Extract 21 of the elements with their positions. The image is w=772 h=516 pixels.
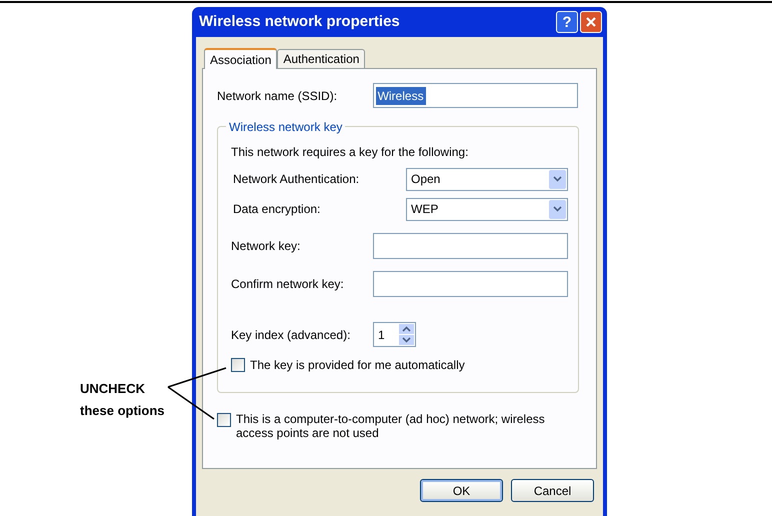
text-field[interactable]: Wireless (372, 83, 578, 108)
number-spinner[interactable]: 1 (373, 322, 416, 347)
dropdown[interactable]: WEP (406, 198, 568, 220)
checkbox-label: The key is provided for me automatically (250, 357, 465, 374)
tab[interactable]: Authentication (277, 49, 366, 68)
field-label: Data encryption: (233, 202, 320, 216)
field-label: Network Authentication: (233, 172, 360, 186)
field-label: Key index (advanced): (231, 328, 350, 342)
field-label: Confirm network key: (231, 277, 344, 291)
help-button[interactable]: ? (556, 11, 578, 33)
dropdown[interactable]: Open (406, 168, 568, 190)
group-intro: This network requires a key for the following: (231, 144, 470, 161)
tab[interactable]: Association (204, 48, 278, 69)
dialog-button[interactable]: Cancel (511, 479, 594, 502)
annotation-text: UNCHECK (80, 380, 146, 398)
dialog-button[interactable]: OK (420, 479, 503, 502)
field-label: Network name (SSID): (217, 88, 338, 104)
annotation-text: these options (80, 402, 165, 420)
field-label: Network key: (231, 239, 300, 253)
window-title: Wireless network properties (199, 12, 400, 32)
checkbox-label: This is a computer-to-computer (ad hoc) network; wireless access points are not used (236, 412, 546, 440)
